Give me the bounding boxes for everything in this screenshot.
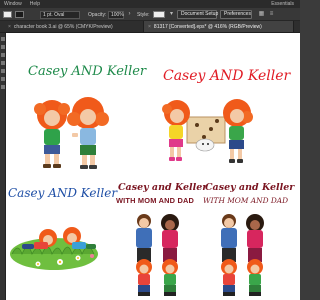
fill-swatch[interactable] [3, 11, 12, 18]
title-family-1: Casey and Keller [118, 182, 208, 193]
close-icon[interactable]: × [148, 24, 151, 30]
arrange-icon[interactable]: ▦ [258, 11, 265, 18]
kids-standing-illustration [34, 97, 109, 169]
selection-tool-icon[interactable] [1, 37, 5, 41]
stroke-swatch[interactable] [15, 11, 24, 18]
document-tabs: × character book 3.ai @ 65% (CMYK/Preview… [0, 21, 300, 33]
type-tool-icon[interactable] [1, 61, 5, 65]
artboard-canvas[interactable]: Casey AND Keller Casey AND Keller Casey … [6, 33, 300, 300]
title-family-2: Casey and Keller [205, 182, 295, 193]
child-right-figure [162, 259, 178, 296]
workspace-switcher[interactable]: Essentials [271, 0, 294, 8]
mom-figure [161, 214, 179, 262]
kids-dog-box-illustration [162, 99, 253, 163]
menu-right-group: Essentials [271, 0, 300, 8]
title-blue: Casey AND Keller [8, 186, 118, 200]
tab-label: 81317 [Converted].eps* @ 416% (RGB/Previ… [153, 24, 262, 30]
preferences-button[interactable]: Preferences [220, 10, 252, 19]
dog-box [186, 116, 226, 152]
illustrator-window: Window Help Essentials 1 pt. Oval Opacit… [0, 0, 300, 300]
pen-tool-icon[interactable] [1, 53, 5, 57]
document-setup-button[interactable]: Document Setup [177, 10, 218, 19]
brush-tool-icon[interactable] [1, 77, 5, 81]
brush-definition-dropdown[interactable]: 1 pt. Oval [40, 11, 80, 19]
kids-grass-illustration [10, 227, 98, 270]
menu-window[interactable]: Window [4, 0, 22, 8]
menu-help[interactable]: Help [30, 0, 40, 8]
direct-selection-tool-icon[interactable] [1, 45, 5, 49]
opacity-field[interactable]: 100% [108, 11, 124, 19]
zoom-tool-icon[interactable] [1, 85, 5, 89]
control-bar: 1 pt. Oval Opacity: 100% › Style: ▾ Docu… [0, 8, 300, 21]
panel-menu-icon[interactable]: ≡ [268, 11, 275, 18]
tab-character-book[interactable]: × character book 3.ai @ 65% (CMYK/Preview… [4, 21, 144, 32]
subtitle-family-2: WITH MOM AND DAD [203, 196, 289, 205]
dad-figure [221, 214, 237, 262]
kid-yellow-figure [162, 100, 190, 161]
kid-lying-left [22, 229, 57, 249]
menu-bar: Window Help Essentials [0, 0, 300, 8]
chevron-down-icon[interactable]: ▾ [168, 11, 175, 18]
subtitle-family-1: WITH MOM AND DAD [116, 196, 195, 205]
title-green: Casey AND Keller [28, 64, 147, 79]
graphic-style-swatch[interactable] [153, 11, 165, 18]
tab-label: character book 3.ai @ 65% (CMYK/Preview) [13, 24, 113, 30]
opacity-label: Opacity: [88, 12, 107, 18]
dad-figure [136, 214, 152, 262]
kid-left-figure [34, 100, 70, 168]
child-left-figure [221, 259, 237, 296]
child-left-figure [136, 259, 152, 296]
kid-right-figure [67, 97, 109, 169]
style-label: Style: [137, 12, 150, 18]
chevron-right-icon[interactable]: › [126, 11, 133, 18]
family-illustration-2 [221, 214, 264, 296]
child-right-figure [247, 259, 263, 296]
mom-figure [246, 214, 264, 262]
title-red: Casey AND Keller [163, 68, 291, 84]
tab-81317-eps[interactable]: × 81317 [Converted].eps* @ 416% (RGB/Prev… [144, 21, 294, 32]
family-illustration-1 [136, 214, 179, 296]
close-icon[interactable]: × [8, 24, 11, 30]
shape-tool-icon[interactable] [1, 69, 5, 73]
kid-green-figure [223, 99, 253, 163]
